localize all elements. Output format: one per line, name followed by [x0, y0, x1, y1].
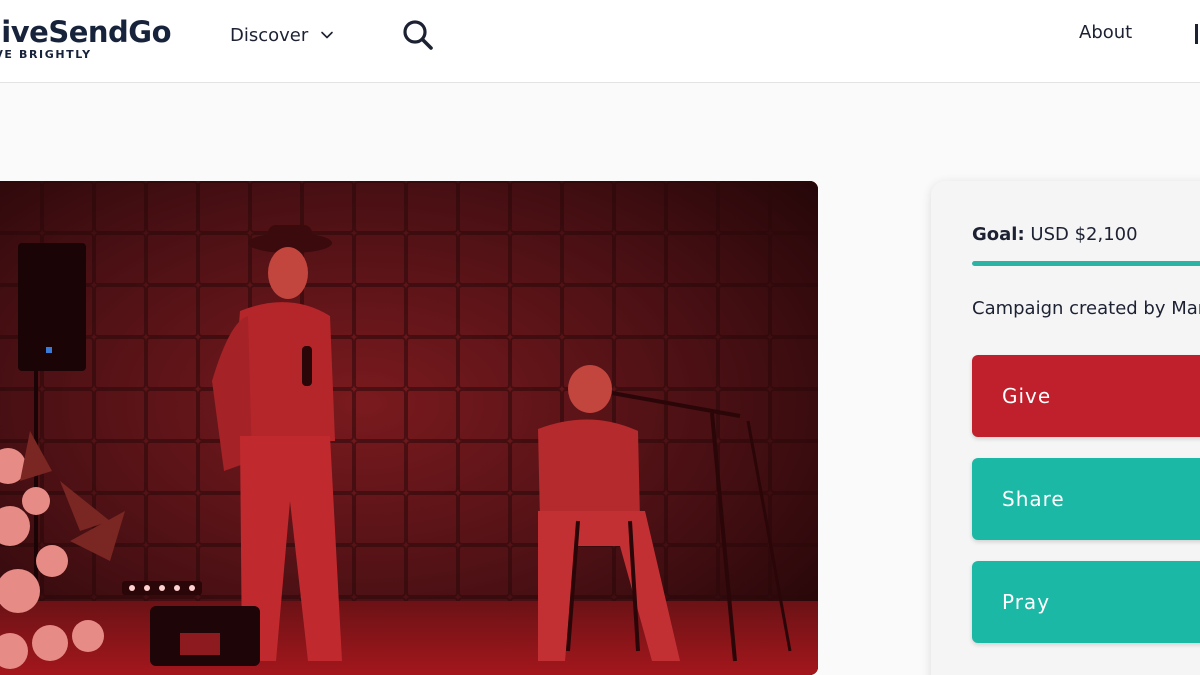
site-logo[interactable]: GiveSendGo GIVE BRIGHTLY: [0, 14, 172, 61]
goal-amount: USD $2,100: [1030, 224, 1138, 245]
site-header: GiveSendGo GIVE BRIGHTLY Discover About: [0, 0, 1200, 83]
pray-button[interactable]: Pray: [972, 561, 1200, 643]
pray-button-label: Pray: [1002, 590, 1051, 614]
nav-about-link[interactable]: About: [1079, 22, 1132, 43]
give-button[interactable]: Give: [972, 355, 1200, 437]
share-button[interactable]: Share: [972, 458, 1200, 540]
nav-discover-menu[interactable]: Discover: [230, 22, 334, 48]
campaign-creator-text: Campaign created by Mar: [972, 298, 1200, 319]
search-icon[interactable]: [401, 18, 435, 52]
goal-progress-fill: [972, 261, 1200, 266]
chevron-down-icon: [321, 31, 334, 39]
goal-label: Goal:: [972, 224, 1025, 245]
give-button-label: Give: [1002, 384, 1052, 408]
goal-progress-bar: [972, 261, 1200, 266]
campaign-photo: [0, 181, 818, 675]
share-button-label: Share: [1002, 487, 1065, 511]
goal-line: Goal: USD $2,100: [972, 224, 1138, 245]
campaign-sidebar-card: Goal: USD $2,100 Campaign created by Mar…: [931, 181, 1200, 675]
nav-clipped-item[interactable]: [1195, 24, 1198, 44]
logo-wordmark: GiveSendGo: [0, 15, 172, 49]
nav-discover-label: Discover: [230, 24, 309, 46]
